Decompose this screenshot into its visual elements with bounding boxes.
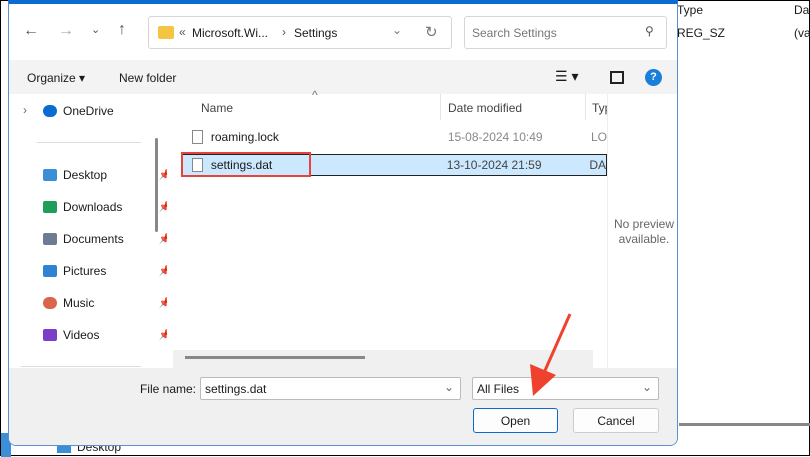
arrow-shaft (541, 313, 572, 376)
arrow-head (530, 364, 556, 396)
annotation-arrow (530, 313, 572, 396)
